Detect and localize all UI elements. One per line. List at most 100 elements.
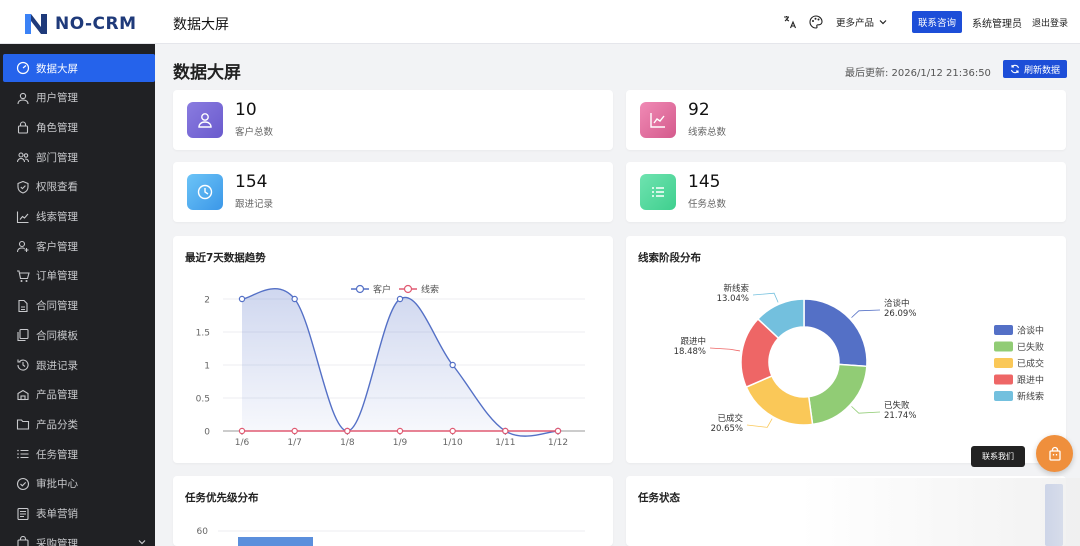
stat-card-tasks: 145 任务总数 (626, 162, 1066, 222)
pie-slice[interactable] (803, 298, 868, 368)
logo-icon (25, 14, 47, 34)
data-point[interactable] (396, 427, 404, 435)
sidebar-item[interactable]: 权限查看 (3, 173, 155, 201)
sidebar-item[interactable]: 合同管理 (3, 292, 155, 320)
x-tick-label: 1/6 (235, 438, 250, 448)
float-tooltip: 联系我们 (971, 446, 1025, 467)
sidebar-item[interactable]: 订单管理 (3, 262, 155, 290)
data-point[interactable] (238, 427, 246, 435)
slice-label: 已成交 (717, 413, 743, 424)
copy-icon (16, 328, 30, 342)
legend-swatch[interactable] (994, 391, 1013, 401)
sidebar-item[interactable]: 数据大屏 (3, 54, 155, 82)
data-point[interactable] (291, 295, 298, 303)
priority-bar-chart: 60 (197, 527, 585, 546)
x-tick-label: 1/9 (393, 438, 408, 448)
y-tick-label: 1 (204, 362, 210, 372)
stat-label: 任务总数 (688, 199, 727, 210)
last-update-text: 最后更新: 2026/1/12 21:36:50 (845, 68, 991, 79)
sidebar-item[interactable]: 产品分类 (3, 410, 155, 438)
pie-slice[interactable] (807, 363, 868, 426)
stage-pie-chart: 洽谈中26.09%已失败21.74%已成交20.65%跟进中18.48%新线索1… (674, 283, 1044, 434)
legend-swatch[interactable] (994, 325, 1013, 335)
history-icon (16, 358, 30, 372)
data-point[interactable] (291, 427, 298, 435)
chevron-down-icon (137, 537, 147, 546)
legend-swatch[interactable] (994, 358, 1013, 368)
cart-icon (16, 269, 30, 283)
slice-percent: 20.65% (711, 424, 743, 434)
data-point[interactable] (344, 427, 351, 435)
product-icon (16, 388, 30, 402)
legend-label: 已成交 (1017, 358, 1044, 370)
stat-label: 跟进记录 (235, 199, 274, 210)
leader-line (851, 406, 881, 414)
shield-icon (16, 180, 30, 194)
y-tick-label: 0 (204, 428, 210, 438)
leader-line (746, 418, 773, 428)
data-point[interactable] (449, 427, 456, 435)
sidebar-item[interactable]: 跟进记录 (3, 351, 155, 379)
bar[interactable] (238, 537, 313, 546)
sidebar-item[interactable]: 用户管理 (3, 84, 155, 112)
legend-label: 线索 (421, 284, 439, 296)
more-products-dropdown[interactable]: 更多产品 (836, 15, 888, 29)
stat-label: 线索总数 (688, 127, 727, 138)
user-icon (16, 91, 30, 105)
data-point[interactable] (396, 295, 404, 303)
legend-label: 跟进中 (1017, 374, 1044, 386)
stat-card-customers: 10 客户总数 (173, 90, 613, 150)
palette-icon[interactable] (808, 14, 824, 30)
list-icon (16, 447, 30, 461)
sidebar-item-label: 权限查看 (36, 181, 78, 194)
logout-link[interactable]: 退出登录 (1032, 16, 1068, 29)
purchase-icon (16, 536, 30, 546)
y-tick-label: 2 (204, 296, 210, 306)
sidebar-item[interactable]: 角色管理 (3, 113, 155, 141)
sidebar-item-label: 采购管理 (36, 537, 78, 546)
fade-overlay (800, 478, 1080, 546)
data-point[interactable] (238, 295, 246, 303)
legend-swatch[interactable] (994, 374, 1013, 385)
header-title: 数据大屏 (173, 17, 229, 33)
y-tick-label: 1.5 (196, 329, 210, 339)
sidebar-item[interactable]: 采购管理 (3, 529, 155, 546)
sidebar-item[interactable]: 客户管理 (3, 232, 155, 260)
slice-label: 新线索 (723, 283, 749, 294)
shopping-bag-button[interactable] (1036, 435, 1073, 472)
legend-label: 新线索 (1017, 391, 1044, 403)
translate-icon[interactable] (782, 14, 798, 30)
logo[interactable]: NO-CRM (22, 9, 157, 39)
sidebar-item[interactable]: 线索管理 (3, 203, 155, 231)
data-point[interactable] (449, 361, 456, 369)
lock-icon (16, 120, 30, 134)
sidebar-item[interactable]: 任务管理 (3, 440, 155, 468)
sidebar-item[interactable]: 审批中心 (3, 470, 155, 498)
data-point[interactable] (554, 427, 562, 435)
x-tick-label: 1/8 (340, 438, 355, 448)
sidebar-item-label: 部门管理 (36, 151, 78, 164)
legend-swatch[interactable] (994, 341, 1013, 352)
sidebar-item-label: 数据大屏 (36, 62, 78, 75)
contact-button[interactable]: 联系咨询 (911, 11, 962, 33)
more-products-label: 更多产品 (835, 18, 874, 29)
sidebar-item[interactable]: 合同模板 (3, 321, 155, 349)
stat-value: 92 (688, 100, 710, 120)
page-title: 数据大屏 (173, 63, 241, 83)
sidebar-item-label: 任务管理 (36, 448, 78, 461)
top-bar: NO-CRM 数据大屏 更多产品 联系咨询 系统管理员 退出登录 (0, 0, 1080, 44)
shopping-bag-icon (1048, 446, 1061, 461)
data-point[interactable] (502, 427, 509, 435)
sidebar-item-label: 产品分类 (36, 418, 78, 431)
refresh-button[interactable]: 刷新数据 (1003, 60, 1067, 78)
admin-name[interactable]: 系统管理员 (972, 15, 1022, 30)
chevron-down-icon (879, 20, 887, 25)
sidebar-item[interactable]: 产品管理 (3, 381, 155, 409)
sidebar-item[interactable]: 部门管理 (3, 143, 155, 171)
sidebar-item[interactable]: 表单营销 (3, 500, 155, 528)
sidebar-item-label: 客户管理 (36, 240, 78, 253)
stat-card-followups: 154 跟进记录 (173, 162, 613, 222)
sidebar-item-label: 表单营销 (36, 508, 78, 520)
chart-line-icon (16, 210, 30, 224)
stat-card-leads: 92 线索总数 (626, 90, 1066, 150)
